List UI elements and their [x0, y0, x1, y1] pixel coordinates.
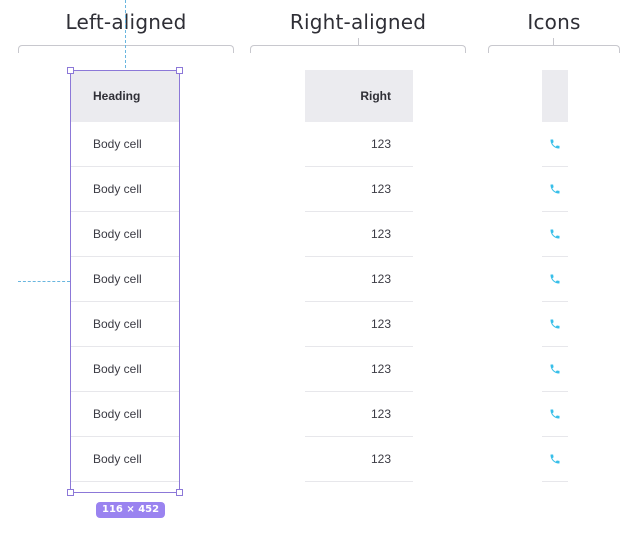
right-table-heading-cell[interactable]: Right — [305, 70, 413, 122]
left-table-row[interactable]: Body cell — [70, 392, 180, 437]
phone-icon[interactable] — [549, 183, 561, 195]
left-table-cell-text: Body cell — [93, 362, 142, 376]
right-table-cell-text: 123 — [370, 272, 391, 286]
phone-icon[interactable] — [549, 318, 561, 330]
left-table-cell-text: Body cell — [93, 452, 142, 466]
right-table-row[interactable]: 123 — [305, 257, 413, 302]
right-aligned-table[interactable]: Right 123 123 123 123 123 123 123 123 — [305, 70, 413, 482]
left-table-cell-text: Body cell — [93, 137, 142, 151]
left-table-cell-text: Body cell — [93, 317, 142, 331]
left-table-cell-text: Body cell — [93, 407, 142, 421]
vertical-guide-line — [125, 0, 126, 68]
right-table-cell-text: 123 — [370, 227, 391, 241]
right-table-cell-text: 123 — [370, 452, 391, 466]
phone-icon[interactable] — [549, 228, 561, 240]
right-table-cell-text: 123 — [370, 362, 391, 376]
right-table-row[interactable]: 123 — [305, 122, 413, 167]
icons-table-row[interactable] — [542, 437, 568, 482]
left-section-bracket — [18, 45, 234, 53]
right-table-heading-text: Right — [360, 89, 391, 103]
right-table-cell-text: 123 — [370, 182, 391, 196]
icons-table-heading-cell[interactable] — [542, 70, 568, 122]
left-table-row[interactable]: Body cell — [70, 257, 180, 302]
phone-icon[interactable] — [549, 273, 561, 285]
right-table-row[interactable]: 123 — [305, 167, 413, 212]
left-table-cell-text: Body cell — [93, 272, 142, 286]
left-table-row[interactable]: Body cell — [70, 302, 180, 347]
icons-table-row[interactable] — [542, 122, 568, 167]
left-table-heading-cell[interactable]: Heading — [70, 70, 180, 122]
icons-table-row[interactable] — [542, 212, 568, 257]
left-table-row[interactable]: Body cell — [70, 212, 180, 257]
left-table-row[interactable]: Body cell — [70, 167, 180, 212]
icons-table-row[interactable] — [542, 167, 568, 212]
icons-table-row[interactable] — [542, 302, 568, 347]
icons-table-row[interactable] — [542, 392, 568, 437]
phone-icon[interactable] — [549, 363, 561, 375]
right-section-bracket — [250, 45, 466, 53]
right-bracket-tick — [358, 38, 359, 46]
left-aligned-title: Left-aligned — [65, 10, 187, 34]
icons-table-row[interactable] — [542, 257, 568, 302]
phone-icon[interactable] — [549, 408, 561, 420]
left-aligned-table[interactable]: Heading Body cell Body cell Body cell Bo… — [70, 70, 180, 493]
left-table-heading-text: Heading — [93, 89, 141, 103]
left-table-cell-text: Body cell — [93, 182, 142, 196]
left-table-cell-text: Body cell — [93, 227, 142, 241]
icons-table-row[interactable] — [542, 347, 568, 392]
horizontal-guide-line — [18, 281, 70, 282]
right-table-cell-text: 123 — [370, 137, 391, 151]
icons-section-bracket — [488, 45, 620, 53]
right-table-row[interactable]: 123 — [305, 212, 413, 257]
left-table-row[interactable]: Body cell — [70, 122, 180, 167]
left-table-row[interactable]: Body cell — [70, 347, 180, 392]
selection-size-badge: 116 × 452 — [96, 502, 166, 518]
right-table-row[interactable]: 123 — [305, 302, 413, 347]
icons-title: Icons — [527, 10, 581, 34]
icons-bracket-tick — [553, 38, 554, 46]
right-table-row[interactable]: 123 — [305, 392, 413, 437]
right-table-row[interactable]: 123 — [305, 347, 413, 392]
phone-icon[interactable] — [549, 138, 561, 150]
icons-table[interactable] — [542, 70, 568, 482]
right-table-row[interactable]: 123 — [305, 437, 413, 482]
phone-icon[interactable] — [549, 453, 561, 465]
right-table-cell-text: 123 — [370, 317, 391, 331]
left-table-row[interactable]: Body cell — [70, 437, 180, 482]
right-aligned-title: Right-aligned — [289, 10, 427, 34]
right-table-cell-text: 123 — [370, 407, 391, 421]
